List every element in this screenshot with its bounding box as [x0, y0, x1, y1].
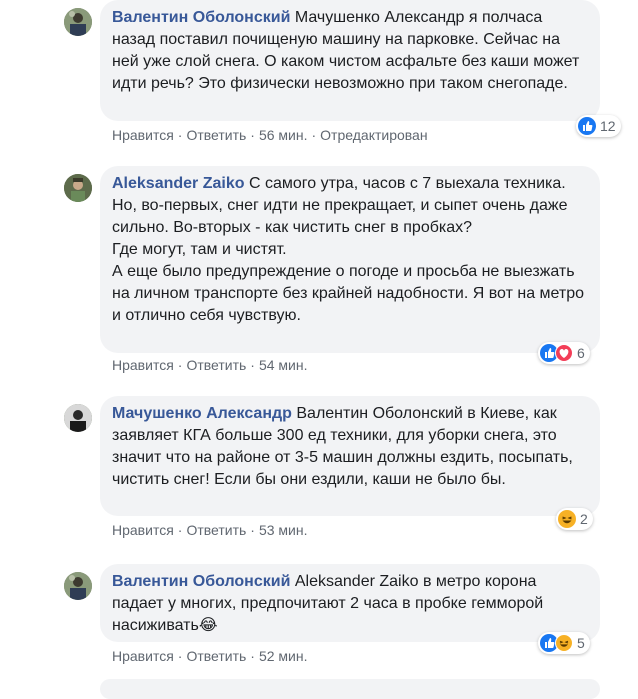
avatar[interactable] [64, 572, 92, 600]
comment-bubble: Валентин Оболонский Aleksander Zaiko в м… [100, 564, 600, 642]
avatar[interactable] [64, 174, 92, 202]
comment-actions: Нравится · Ответить · 54 мин. [112, 357, 308, 373]
like-link[interactable]: Нравится [112, 357, 174, 373]
love-icon [555, 344, 573, 362]
reaction-summary[interactable]: 2 [556, 508, 593, 530]
comment-author[interactable]: Валентин Оболонский [112, 573, 290, 590]
reaction-count: 2 [580, 511, 588, 527]
comment-actions: Нравится · Ответить · 56 мин. · Отредактирован [112, 127, 428, 143]
comment-text: С самого утра, часов с 7 выехала техника… [112, 175, 585, 324]
reaction-summary[interactable]: 5 [538, 632, 590, 654]
like-link[interactable]: Нравится [112, 127, 174, 143]
avatar[interactable] [64, 404, 92, 432]
reaction-count: 5 [577, 635, 585, 651]
like-link[interactable]: Нравится [112, 648, 174, 664]
reaction-summary[interactable]: 6 [538, 342, 590, 364]
reply-link[interactable]: Ответить [186, 648, 246, 664]
timestamp[interactable]: 53 мин. [259, 522, 308, 538]
comment-bubble: Мачушенко Александр Валентин Оболонский … [100, 396, 600, 516]
comment-bubble: Валентин Оболонский Мачушенко Александр … [100, 0, 600, 121]
timestamp[interactable]: 52 мин. [259, 648, 308, 664]
reply-link[interactable]: Ответить [186, 127, 246, 143]
edited-label: Отредактирован [320, 127, 428, 143]
comment-actions: Нравится · Ответить · 53 мин. [112, 522, 308, 538]
timestamp[interactable]: 56 мин. [259, 127, 308, 143]
reaction-summary[interactable]: 12 [576, 115, 621, 137]
reaction-count: 12 [600, 118, 616, 134]
like-icon [578, 117, 596, 135]
avatar[interactable] [64, 8, 92, 36]
next-comment-bubble [100, 679, 600, 699]
comment-author[interactable]: Мачушенко Александр [112, 405, 292, 422]
haha-icon [558, 510, 576, 528]
comment-author[interactable]: Aleksander Zaiko [112, 175, 245, 192]
comment-author[interactable]: Валентин Оболонский [112, 9, 290, 26]
reaction-count: 6 [577, 345, 585, 361]
tears-of-joy-emoji: 😂 [198, 617, 218, 634]
reply-link[interactable]: Ответить [186, 357, 246, 373]
timestamp[interactable]: 54 мин. [259, 357, 308, 373]
comment-bubble: Aleksander Zaiko С самого утра, часов с … [100, 166, 600, 353]
like-link[interactable]: Нравится [112, 522, 174, 538]
comment-actions: Нравится · Ответить · 52 мин. [112, 648, 308, 664]
haha-icon [555, 634, 573, 652]
reply-link[interactable]: Ответить [186, 522, 246, 538]
